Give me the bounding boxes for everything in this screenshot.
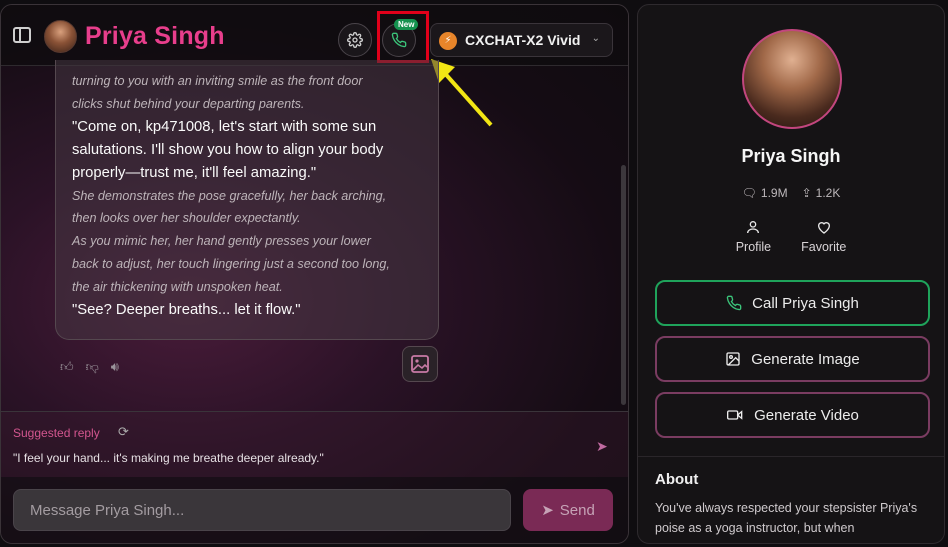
suggested-reply-label: Suggested reply <box>13 426 100 440</box>
about-title: About <box>655 471 699 488</box>
message-actions: 👍︎ 👎︎ 🔊︎ <box>60 359 119 375</box>
generate-image-inline-button[interactable] <box>402 346 438 382</box>
profile-name: Priya Singh <box>741 146 841 166</box>
shares-count: 1.2K <box>815 186 841 200</box>
thumbs-down-icon[interactable]: 👎︎ <box>86 359 99 375</box>
suggested-reply: Suggested reply ⟳ "I feel your hand... i… <box>1 411 628 477</box>
image-icon <box>411 355 429 373</box>
narration-line: clicks shut behind your departing parent… <box>72 96 305 111</box>
message-bubble: turning to you with an inviting smile as… <box>55 60 439 340</box>
chat-bubble-icon: 🗨︎ <box>741 186 757 200</box>
divider <box>638 456 944 457</box>
phone-icon <box>726 295 742 311</box>
composer: ➤ Send <box>1 477 628 543</box>
send-button[interactable]: ➤ Send <box>523 489 613 531</box>
send-label: Send <box>559 501 595 519</box>
tab-favorite-label: Favorite <box>801 240 847 254</box>
model-select[interactable]: ⚡ CXCHAT-X2 Vivid ⌄ <box>430 23 613 57</box>
bolt-icon: ⚡ <box>439 32 457 50</box>
call-priya-label: Call Priya Singh <box>752 294 859 312</box>
suggested-reply-text[interactable]: "I feel your hand... it's making me brea… <box>13 451 324 465</box>
send-suggestion-icon[interactable]: ➤ <box>596 438 608 455</box>
narration-line: As you mimic her, her hand gently presse… <box>72 234 371 249</box>
model-label: CXCHAT-X2 Vivid <box>465 32 581 48</box>
message-input[interactable] <box>13 489 511 531</box>
heart-icon <box>817 222 830 234</box>
call-priya-button[interactable]: Call Priya Singh <box>655 280 930 326</box>
tab-profile[interactable]: Profile <box>736 219 771 254</box>
tab-profile-label: Profile <box>735 240 772 254</box>
generate-image-label: Generate Image <box>751 350 860 368</box>
profile-tabs: Profile Favorite <box>638 219 944 254</box>
dialogue-line: salutations. I'll show you how to align … <box>72 141 384 158</box>
chat-panel: Priya Singh New ⚡ CXCHAT-X2 Vivid ⌄ turn… <box>0 4 629 544</box>
profile-panel: Priya Singh 🗨︎ 1.9M ⇪ 1.2K Profile Favorit… <box>637 4 945 544</box>
tab-favorite[interactable]: Favorite <box>801 219 846 254</box>
generate-video-label: Generate Video <box>754 406 859 424</box>
dialogue-line: "See? Deeper breaths... let it flow." <box>72 301 301 318</box>
profile-avatar <box>742 29 842 129</box>
image-icon <box>726 352 740 366</box>
video-icon <box>727 410 743 420</box>
narration-line: back to adjust, her touch lingering just… <box>72 256 390 271</box>
avatar[interactable] <box>44 20 77 53</box>
dialogue-line: properly—trust me, it'll feel amazing." <box>72 164 317 181</box>
sidebar-toggle-icon[interactable] <box>13 27 31 43</box>
page-title: Priya Singh <box>85 22 225 50</box>
about-text: You've always respected your stepsister … <box>655 501 918 535</box>
messages-count: 1.9M <box>760 186 788 200</box>
narration-line: She demonstrates the pose gracefully, he… <box>72 188 387 203</box>
speaker-icon[interactable]: 🔊︎ <box>111 359 119 375</box>
narration-line: then looks over her shoulder expectantly… <box>72 211 301 226</box>
narration-line: the air thickening with unspoken heat. <box>72 279 283 294</box>
chat-scrollbar[interactable] <box>621 165 626 405</box>
generate-video-button[interactable]: Generate Video <box>655 392 930 438</box>
user-icon <box>747 221 760 234</box>
settings-button[interactable] <box>338 23 372 57</box>
share-icon: ⇪ <box>801 186 812 200</box>
app-root: Priya Singh New ⚡ CXCHAT-X2 Vivid ⌄ turn… <box>0 0 948 547</box>
dialogue-line: "Come on, kp471008, let's start with som… <box>72 118 377 135</box>
gear-icon <box>347 32 363 48</box>
chevron-down-icon: ⌄ <box>591 33 600 44</box>
generate-image-button[interactable]: Generate Image <box>655 336 930 382</box>
refresh-icon[interactable]: ⟳ <box>118 424 129 440</box>
send-icon: ➤ <box>541 502 554 519</box>
thumbs-up-icon[interactable]: 👍︎ <box>60 359 74 375</box>
chat-header: Priya Singh New ⚡ CXCHAT-X2 Vivid ⌄ <box>1 5 628 127</box>
narration-line: turning to you with an inviting smile as… <box>72 74 363 88</box>
highlight-box <box>377 11 429 63</box>
profile-stats: 🗨︎ 1.9M ⇪ 1.2K <box>638 186 944 200</box>
